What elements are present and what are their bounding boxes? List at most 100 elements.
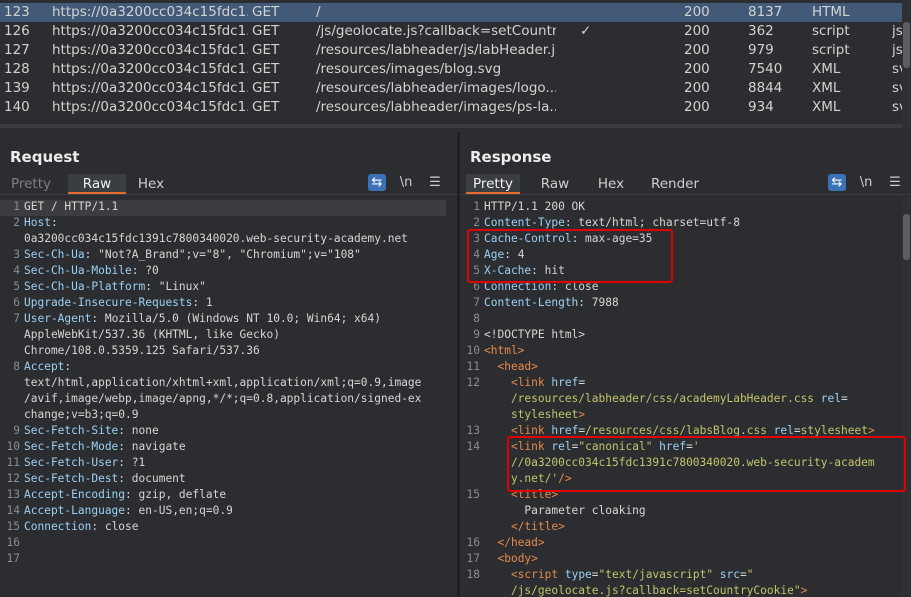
code-text: </title> (484, 520, 565, 533)
line-number: 4 (13, 264, 20, 277)
history-method: GET (252, 80, 280, 96)
code-text: Content-Type: text/html; charset=utf-8 (484, 216, 740, 229)
history-host: https://0a3200cc034c15fdc1... (52, 4, 248, 20)
code-line: 12 <link href= (460, 376, 890, 392)
table-row[interactable]: 128 https://0a3200cc034c15fdc1... GET/reso… (0, 60, 911, 79)
cache-headers-highlight (467, 229, 673, 283)
line-number: 15 (6, 520, 20, 533)
code-token: = (578, 376, 586, 389)
request-editor[interactable]: 1 GET / HTTP/1.1 2 Host: 0a3200cc034c15fdc13… (0, 198, 457, 597)
history-status: 200 (684, 80, 710, 96)
history-mime: XML (812, 80, 841, 96)
table-row[interactable]: 126 https://0a3200cc034c15fdc1... GET/js/g… (0, 22, 911, 41)
code-text: Sec-Fetch-Dest: document (24, 472, 186, 485)
code-line: AppleWebKit/537.36 (KHTML, like Gecko) (0, 328, 446, 344)
table-row[interactable]: 123 https://0a3200cc034c15fdc1... GET / 200 8… (0, 3, 911, 22)
code-token: = (740, 568, 747, 581)
code-token: <!DOCTYPE html> (484, 328, 586, 341)
history-scrollbar[interactable] (902, 0, 911, 128)
line-number: 15 (466, 488, 480, 501)
history-host: https://0a3200cc034c15fdc1... (52, 99, 248, 115)
newline-toggle-icon[interactable]: \n (397, 174, 415, 191)
code-line: 7 Content-Length: 7988 (460, 296, 890, 312)
code-line: 1 HTTP/1.1 200 OK (460, 200, 890, 216)
code-token: > (578, 408, 586, 421)
code-line: 18 <script type="text/javascript" src=" (460, 568, 890, 584)
tab-hex[interactable]: Hex (592, 174, 630, 194)
line-number: 11 (6, 456, 20, 469)
code-text: /avif,image/webp,image/apng,*/*;q=0.8,ap… (24, 392, 421, 405)
code-token: > (800, 584, 808, 597)
code-text: Upgrade-Insecure-Requests: 1 (24, 296, 213, 309)
code-token: </head> (497, 536, 545, 549)
response-pane: Response Pretty Raw Hex Render ⇆ \n ☰ 1H… (460, 132, 911, 597)
code-token: AppleWebKit/537.36 (KHTML, like Gecko) (24, 328, 280, 341)
table-row[interactable]: 140 https://0a3200cc034c15fdc1... GET/reso… (0, 98, 911, 117)
code-line: 17 <body> (460, 552, 890, 568)
code-token: /avif,image/webp,image/apng,*/*;q=0.8,ap… (24, 392, 422, 405)
code-token: : none (118, 424, 159, 437)
code-line: /js/geolocate.js?callback=setCountryCook… (460, 584, 890, 597)
menu-icon[interactable]: ☰ (886, 174, 904, 191)
code-token: : "Linux" (145, 280, 206, 293)
code-token: stylesheet (484, 408, 579, 421)
tab-render[interactable]: Render (646, 174, 704, 194)
code-token: Sec-Fetch-Site (24, 424, 119, 437)
code-line: 4 Sec-Ch-Ua-Mobile: ?0 (0, 264, 446, 280)
code-token: : ?0 (131, 264, 159, 277)
history-id: 140 (4, 99, 30, 115)
line-number: 9 (473, 328, 480, 341)
code-line: change;v=b3;q=0.9 (0, 408, 446, 424)
tab-pretty[interactable]: Pretty (6, 174, 56, 194)
tab-pretty[interactable]: Pretty (466, 174, 520, 194)
history-length: 8844 (748, 80, 783, 96)
line-number: 7 (13, 312, 20, 325)
code-line: Parameter cloaking (460, 504, 890, 520)
history-method: GET (252, 42, 280, 58)
response-scroll-thumb[interactable] (903, 214, 910, 260)
code-token: src (719, 568, 741, 581)
code-text: Parameter cloaking (484, 504, 645, 517)
newline-toggle-icon[interactable]: \n (857, 174, 875, 191)
history-method: GET (252, 4, 280, 20)
response-scrollbar[interactable] (902, 196, 911, 597)
code-line: 1 GET / HTTP/1.1 (0, 200, 446, 216)
history-scroll-thumb[interactable] (903, 22, 910, 68)
code-token: : 1 (192, 296, 213, 309)
wrap-lines-icon[interactable]: ⇆ (828, 174, 846, 191)
history-host: https://0a3200cc034c15fdc1... (52, 61, 248, 77)
code-token: Connection (24, 520, 92, 533)
code-line: 15 Connection: close (0, 520, 446, 536)
line-number: 6 (13, 296, 20, 309)
tab-raw[interactable]: Raw (536, 174, 574, 194)
tab-raw[interactable]: Raw (68, 174, 126, 194)
code-line: stylesheet> (460, 408, 890, 424)
code-text: GET / HTTP/1.1 (24, 200, 118, 213)
code-token: type (564, 568, 592, 581)
code-text: AppleWebKit/537.36 (KHTML, like Gecko) (24, 328, 280, 341)
history-length: 7540 (748, 61, 783, 77)
code-token: : text/html; charset=utf-8 (564, 216, 740, 229)
code-token: Sec-Fetch-Mode (24, 440, 119, 453)
code-token: User-Agent (24, 312, 92, 325)
code-token: : gzip, deflate (125, 488, 227, 501)
code-token: GET / HTTP/1.1 (24, 200, 119, 213)
history-status: 200 (684, 23, 710, 39)
history-mime: HTML (812, 4, 850, 20)
code-token: Accept-Language (24, 504, 126, 517)
code-text: change;v=b3;q=0.9 (24, 408, 139, 421)
code-line: 8 (460, 312, 890, 328)
menu-icon[interactable]: ☰ (426, 174, 444, 191)
history-id: 128 (4, 61, 30, 77)
table-row[interactable]: 127 https://0a3200cc034c15fdc1... GET/reso… (0, 41, 911, 60)
history-status: 200 (684, 99, 710, 115)
wrap-lines-icon[interactable]: ⇆ (368, 174, 386, 191)
tab-hex[interactable]: Hex (132, 174, 170, 194)
code-text: </head> (484, 536, 545, 549)
code-text: <script type="text/javascript" src=" (484, 568, 754, 581)
code-line: /avif,image/webp,image/apng,*/*;q=0.8,ap… (0, 392, 446, 408)
code-token: Chrome/108.0.5359.125 Safari/537.36 (24, 344, 260, 357)
table-row[interactable]: 139 https://0a3200cc034c15fdc1... GET/reso… (0, 79, 911, 98)
